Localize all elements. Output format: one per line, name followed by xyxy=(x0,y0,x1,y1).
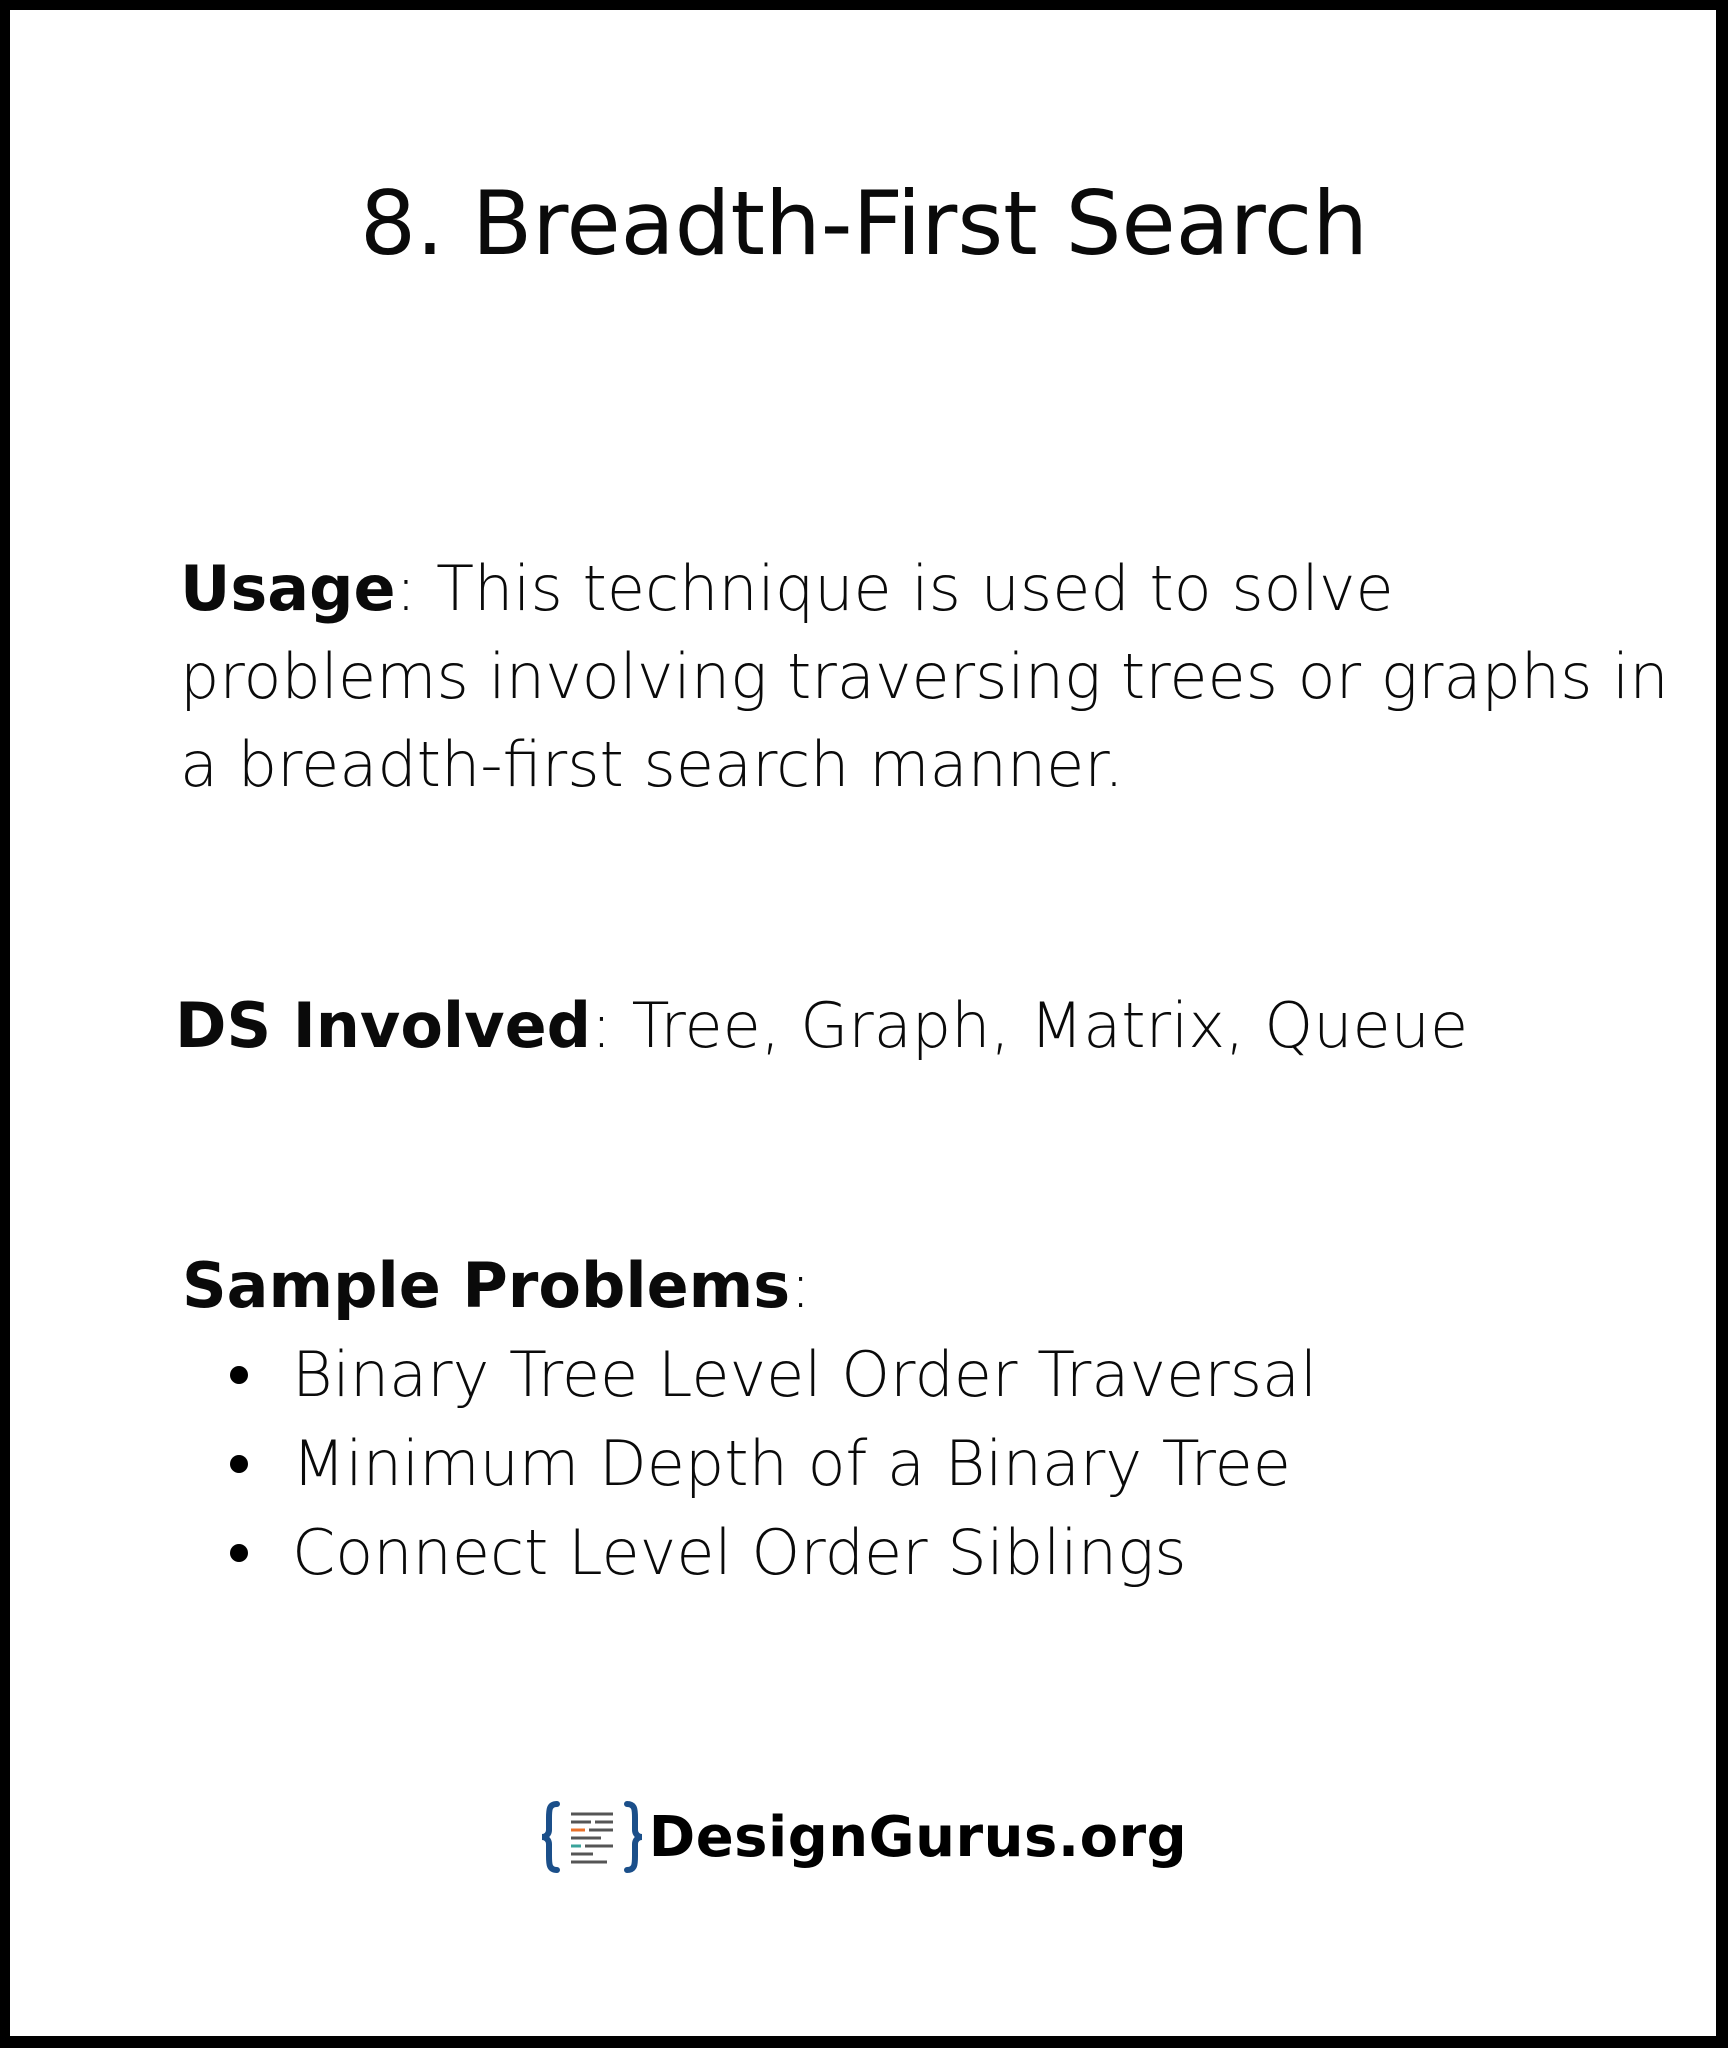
list-item: Minimum Depth of a Binary Tree xyxy=(230,1419,1317,1508)
ds-involved-label: DS Involved xyxy=(175,989,592,1062)
list-item: Connect Level Order Siblings xyxy=(230,1508,1317,1597)
sample-problems-section: Sample Problems: xyxy=(182,1242,811,1330)
problem-text: Connect Level Order Siblings xyxy=(292,1516,1187,1589)
ds-involved-separator: : xyxy=(591,989,612,1062)
list-item: Binary Tree Level Order Traversal xyxy=(230,1330,1317,1419)
sample-problems-heading: Sample Problems: xyxy=(182,1242,811,1330)
ds-involved-section: DS Involved: Tree, Graph, Matrix, Queue xyxy=(175,982,1468,1070)
bullet-icon xyxy=(230,1366,248,1384)
usage-text-3: a breadth-first search manner. xyxy=(180,728,1124,801)
ds-involved-text: Tree, Graph, Matrix, Queue xyxy=(611,989,1469,1062)
sample-problems-separator: : xyxy=(790,1249,812,1322)
usage-text-1: This technique is used to solve xyxy=(416,552,1394,625)
bullet-icon xyxy=(230,1544,248,1562)
logo-text: DesignGurus.org xyxy=(648,1804,1188,1870)
designgurus-logo: DesignGurus.org xyxy=(0,1800,1728,1874)
usage-section: Usage: This technique is used to solve p… xyxy=(180,545,1669,809)
usage-label: Usage xyxy=(180,552,396,625)
page-title: 8. Breadth-First Search xyxy=(359,172,1368,275)
code-brackets-logo-icon xyxy=(541,1801,642,1873)
usage-separator: : xyxy=(395,552,417,625)
problem-text: Minimum Depth of a Binary Tree xyxy=(292,1427,1291,1500)
usage-line-1: Usage: This technique is used to solve xyxy=(180,545,1600,633)
sample-problems-list: Binary Tree Level Order Traversal Minimu… xyxy=(230,1330,1317,1597)
usage-text-2: problems involving traversing trees or g… xyxy=(180,640,1669,713)
problem-text: Binary Tree Level Order Traversal xyxy=(292,1338,1318,1411)
sample-problems-label: Sample Problems xyxy=(182,1249,791,1322)
bullet-icon xyxy=(230,1455,248,1473)
